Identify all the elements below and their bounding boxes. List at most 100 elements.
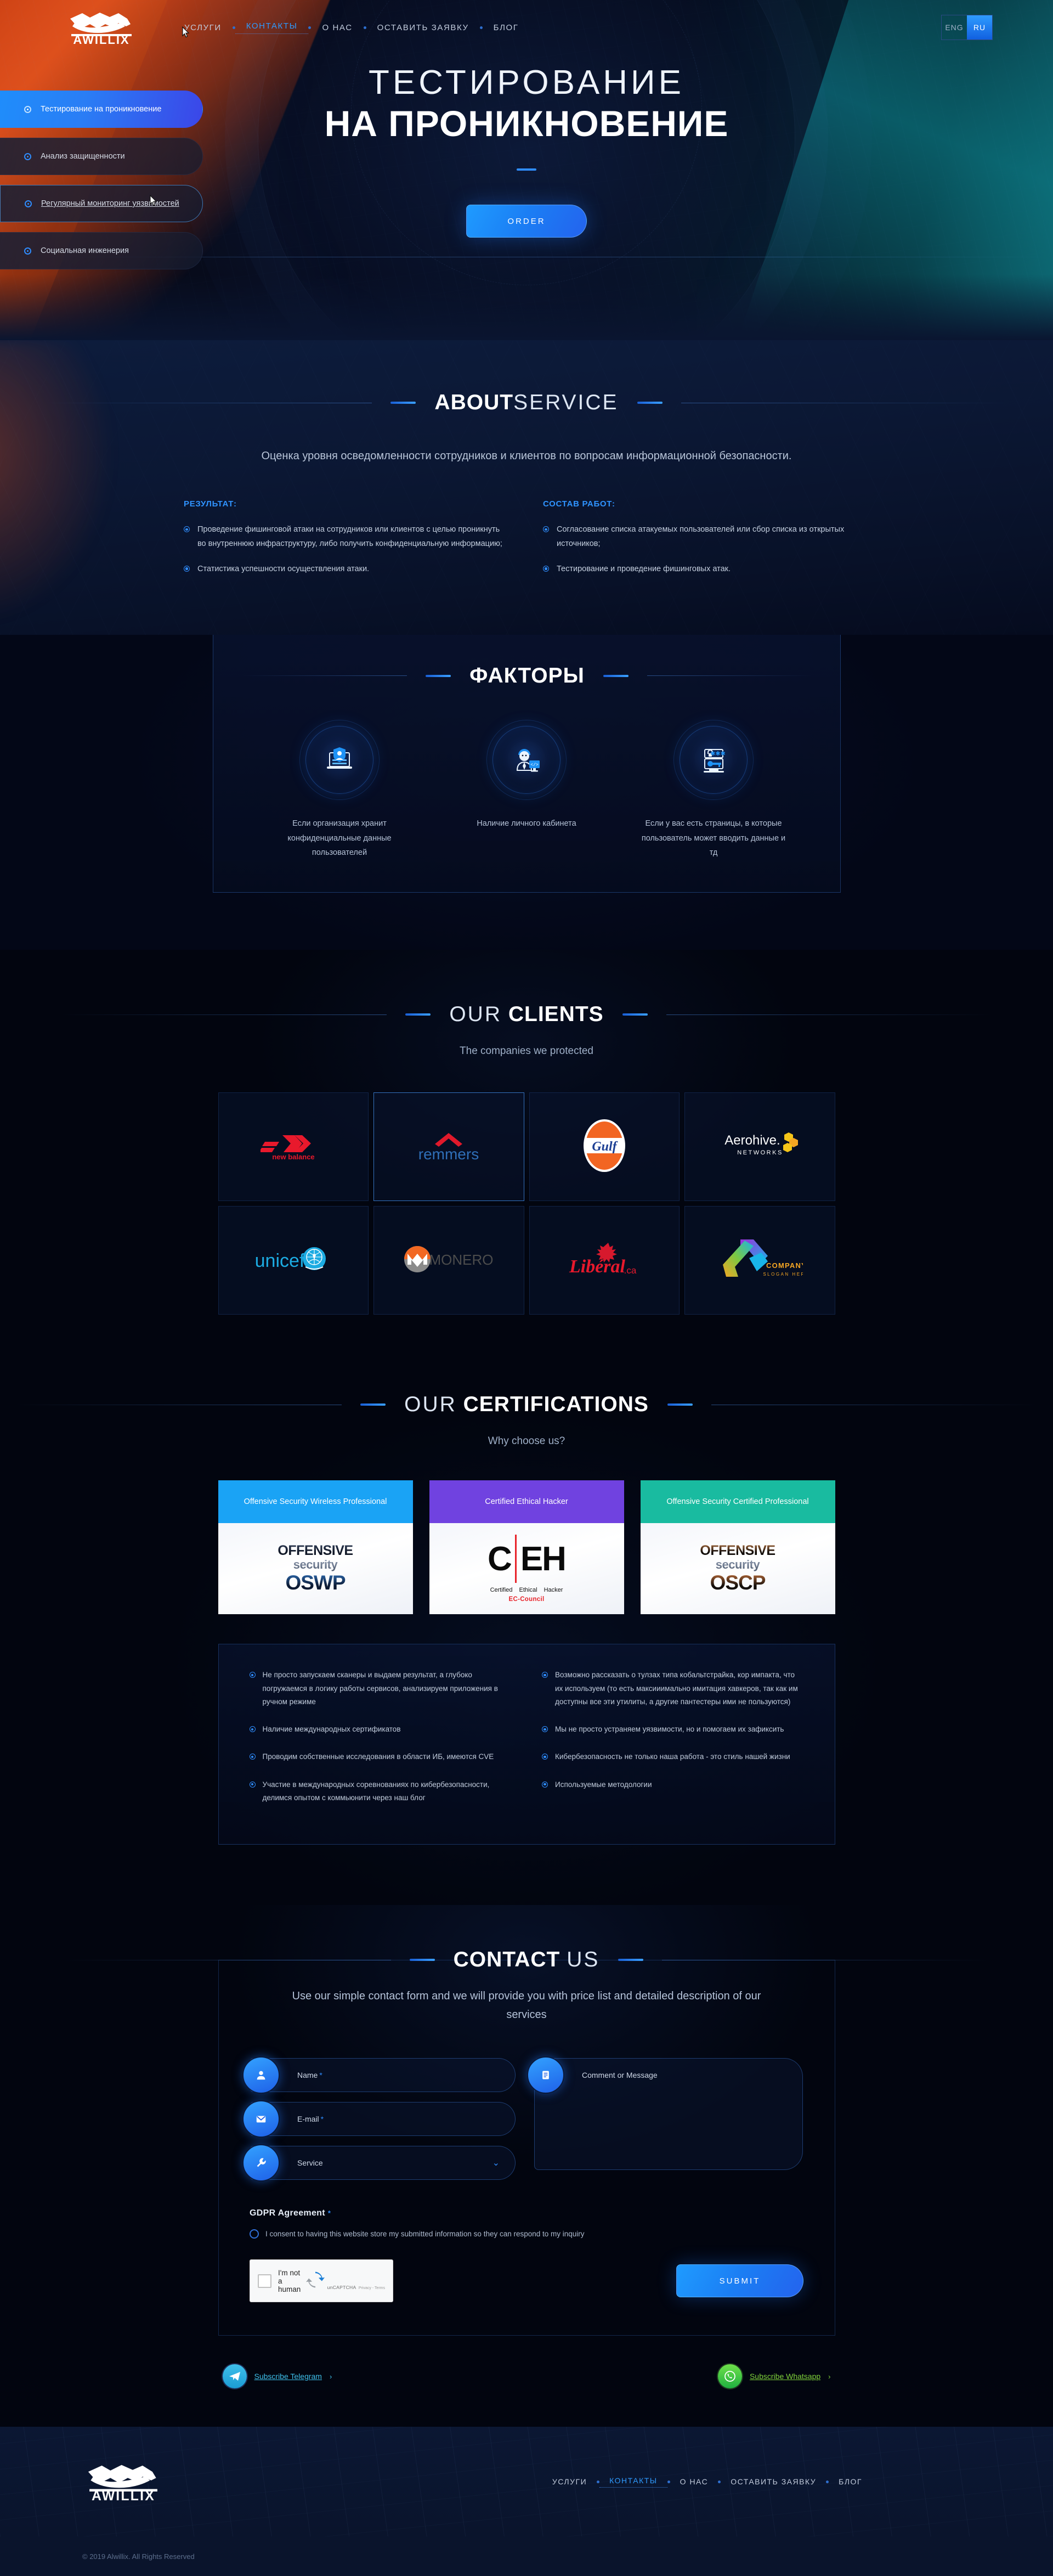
radio-icon xyxy=(24,247,31,255)
side-menu-item-0[interactable]: Тестирование на проникновение xyxy=(0,91,203,128)
cert-card-ceh[interactable]: Certified Ethical Hacker C EH Certified … xyxy=(429,1480,624,1615)
chevron-right-icon: › xyxy=(828,2372,831,2381)
liberal-ca-logo: Libéral .ca xyxy=(563,1239,646,1281)
side-menu-item-3[interactable]: Социальная инженерия xyxy=(0,232,203,269)
laptop-shield-user-icon xyxy=(299,719,380,800)
client-logo-grid: new balance remmers Gulf Aerohive. NETWO… xyxy=(218,1092,835,1315)
side-menu-item-2[interactable]: Регулярный мониторинг уязвимостей xyxy=(0,185,203,222)
nav-item-1[interactable]: КОНТАКТЫ xyxy=(235,21,309,34)
list-item: Мы не просто устраняем уязвимости, но и … xyxy=(542,1723,804,1736)
cert-card-oscp[interactable]: Offensive Security Certified Professiona… xyxy=(640,1480,835,1615)
footer-nav-item-0[interactable]: УСЛУГИ xyxy=(542,2477,597,2486)
oswp-badge-icon: OFFENSIVE security OSWP xyxy=(278,1542,353,1594)
gdpr-consent-text: I consent to having this website store m… xyxy=(265,2230,585,2239)
footer-logo[interactable]: AWILLIX xyxy=(82,2462,165,2501)
oscp-top: OFFENSIVE xyxy=(700,1542,775,1558)
copyright-bar: © 2019 Alwillix. All Rights Reserved xyxy=(0,2536,1053,2576)
contact-lead-text: Use our simple contact form and we will … xyxy=(292,1990,761,2021)
captcha-widget[interactable]: I'm not a human unCAPTCHA Privacy - Term… xyxy=(250,2259,393,2303)
heading-dash-right xyxy=(637,402,663,404)
client-logo-cell-gulf[interactable]: Gulf xyxy=(529,1092,680,1202)
whatsapp-link[interactable]: Subscribe Whatsapp xyxy=(750,2372,820,2381)
benefits-list-right: Возможно рассказать о тулзах типа кобаль… xyxy=(542,1669,804,1819)
list-item: Тестирование и проведение фишинговых ата… xyxy=(543,562,869,577)
footer-nav-item-3[interactable]: ОСТАВИТЬ ЗАЯВКУ xyxy=(721,2477,826,2486)
hero-section: AWILLIX УСЛУГИ КОНТАКТЫ О НАС ОСТАВИТЬ З… xyxy=(0,0,1053,340)
list-item-text: Мы не просто устраняем уязвимости, но и … xyxy=(555,1725,784,1734)
service-placeholder: Service xyxy=(297,2158,323,2168)
nav-item-4[interactable]: БЛОГ xyxy=(483,23,530,32)
certification-cards: Offensive Security Wireless Professional… xyxy=(218,1480,835,1615)
oswp-top: OFFENSIVE xyxy=(278,1542,353,1558)
nav-item-2[interactable]: О НАС xyxy=(311,23,363,32)
client-logo-cell-aerohive[interactable]: Aerohive. NETWORKS xyxy=(684,1092,835,1202)
svg-text:Libéral: Libéral xyxy=(569,1256,626,1277)
bullet-icon xyxy=(184,526,190,533)
footer-nav-item-4[interactable]: БЛОГ xyxy=(829,2477,872,2486)
certifications-title: OUR CERTIFICATIONS xyxy=(404,1393,649,1417)
client-logo-cell-monero[interactable]: MONERO xyxy=(373,1206,524,1315)
footer-nav-item-1[interactable]: КОНТАКТЫ xyxy=(599,2476,667,2488)
about-scope-list: Согласование списка атакуемых пользовате… xyxy=(543,523,869,576)
nav-item-0[interactable]: УСЛУГИ xyxy=(173,23,233,32)
ceh-sub-ethical: Ethical xyxy=(519,1587,537,1594)
svg-text:AWILLIX: AWILLIX xyxy=(92,2489,155,2501)
cert-header: Offensive Security Wireless Professional xyxy=(218,1480,413,1524)
social-whatsapp[interactable]: Subscribe Whatsapp › xyxy=(717,2364,831,2389)
nav-item-3[interactable]: ОСТАВИТЬ ЗАЯВКУ xyxy=(366,23,480,32)
ceh-sub-hacker: Hacker xyxy=(544,1587,563,1594)
telegram-link[interactable]: Subscribe Telegram xyxy=(254,2372,322,2381)
list-item-text: Используемые методологии xyxy=(555,1780,652,1789)
captcha-terms[interactable]: Privacy - Terms xyxy=(359,2286,385,2290)
captcha-checkbox[interactable] xyxy=(258,2274,271,2288)
heading-dash-left xyxy=(390,402,416,404)
client-logo-cell-unicef[interactable]: unicef xyxy=(218,1206,369,1315)
cert-card-oswp[interactable]: Offensive Security Wireless Professional… xyxy=(218,1480,413,1615)
bullet-icon xyxy=(249,1672,256,1678)
name-input[interactable]: Name * xyxy=(242,2056,516,2094)
client-logo-cell-new-balance[interactable]: new balance xyxy=(218,1092,369,1202)
svg-text:✱✱✱: ✱✱✱ xyxy=(710,751,726,757)
bullet-icon xyxy=(542,1754,548,1760)
bullet-icon xyxy=(184,565,190,572)
gdpr-checkbox[interactable] xyxy=(250,2229,259,2239)
password-lock-key-icon: ✱✱✱ xyxy=(673,719,754,800)
oscp-big: OSCP xyxy=(700,1572,775,1594)
order-button[interactable]: ORDER xyxy=(466,205,587,238)
main-nav: УСЛУГИ КОНТАКТЫ О НАС ОСТАВИТЬ ЗАЯВКУ БЛ… xyxy=(173,21,530,34)
benefits-list-left: Не просто запускаем сканеры и выдаем рез… xyxy=(249,1669,512,1819)
client-logo-cell-liberal[interactable]: Libéral .ca xyxy=(529,1206,680,1315)
language-switcher[interactable]: ENG RU xyxy=(941,15,993,40)
svg-text:Gulf: Gulf xyxy=(592,1140,618,1154)
heading-line-left xyxy=(242,675,407,677)
remmers-logo: remmers xyxy=(410,1129,487,1165)
list-item: Участие в международных соревнованиях по… xyxy=(249,1778,512,1805)
email-input[interactable]: E-mail * xyxy=(242,2100,516,2138)
required-marker: * xyxy=(319,2071,322,2080)
social-telegram[interactable]: Subscribe Telegram › xyxy=(222,2364,332,2389)
certifications-heading: OUR CERTIFICATIONS xyxy=(0,1393,1053,1417)
heading-dash-left xyxy=(426,674,451,677)
ceh-letters: C EH xyxy=(488,1535,567,1583)
gdpr-consent-row[interactable]: I consent to having this website store m… xyxy=(250,2229,803,2239)
gdpr-heading: GDPR Agreement * xyxy=(250,2208,331,2218)
svg-text:COMPANY: COMPANY xyxy=(766,1261,803,1270)
bullet-icon xyxy=(542,1726,548,1733)
lang-option-eng[interactable]: ENG xyxy=(942,15,967,40)
service-select[interactable]: Service ⌄ xyxy=(242,2144,516,2182)
message-textarea[interactable]: Comment or Message xyxy=(527,2056,803,2171)
heading-line-right xyxy=(647,675,812,677)
heading-dash-right xyxy=(618,1959,644,1961)
factor-text: Наличие личного кабинета xyxy=(477,819,576,828)
side-menu-item-1[interactable]: Анализ защищенности xyxy=(0,138,203,175)
client-logo-cell-company[interactable]: COMPANY SLOGAN HERE xyxy=(684,1206,835,1315)
submit-button[interactable]: SUBMIT xyxy=(676,2264,803,2298)
contact-title-light: US xyxy=(567,1948,600,1972)
lang-option-ru[interactable]: RU xyxy=(967,15,992,40)
cert-header: Offensive Security Certified Professiona… xyxy=(640,1480,835,1524)
logo[interactable]: AWILLIX xyxy=(60,8,143,47)
footer-nav-item-2[interactable]: О НАС xyxy=(670,2477,718,2486)
client-logo-cell-remmers[interactable]: remmers xyxy=(373,1092,524,1202)
chevron-down-icon[interactable]: ⌄ xyxy=(492,2157,500,2168)
clients-heading: OUR CLIENTS xyxy=(0,1002,1053,1027)
